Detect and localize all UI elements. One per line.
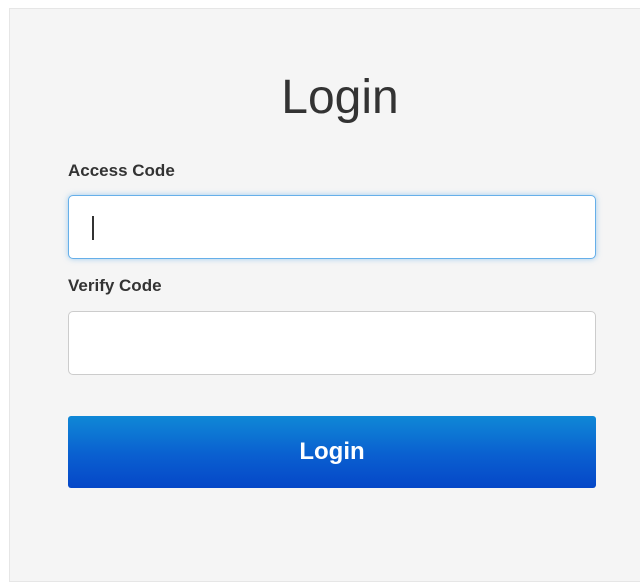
text-cursor <box>92 216 94 240</box>
page-title: Login <box>281 71 399 124</box>
access-code-input[interactable] <box>68 195 596 259</box>
login-button[interactable]: Login <box>68 416 596 488</box>
verify-code-input[interactable] <box>68 311 596 375</box>
access-code-label: Access Code <box>68 161 175 180</box>
verify-code-label: Verify Code <box>68 276 162 295</box>
login-panel: Login Access Code Verify Code Login <box>9 8 640 582</box>
